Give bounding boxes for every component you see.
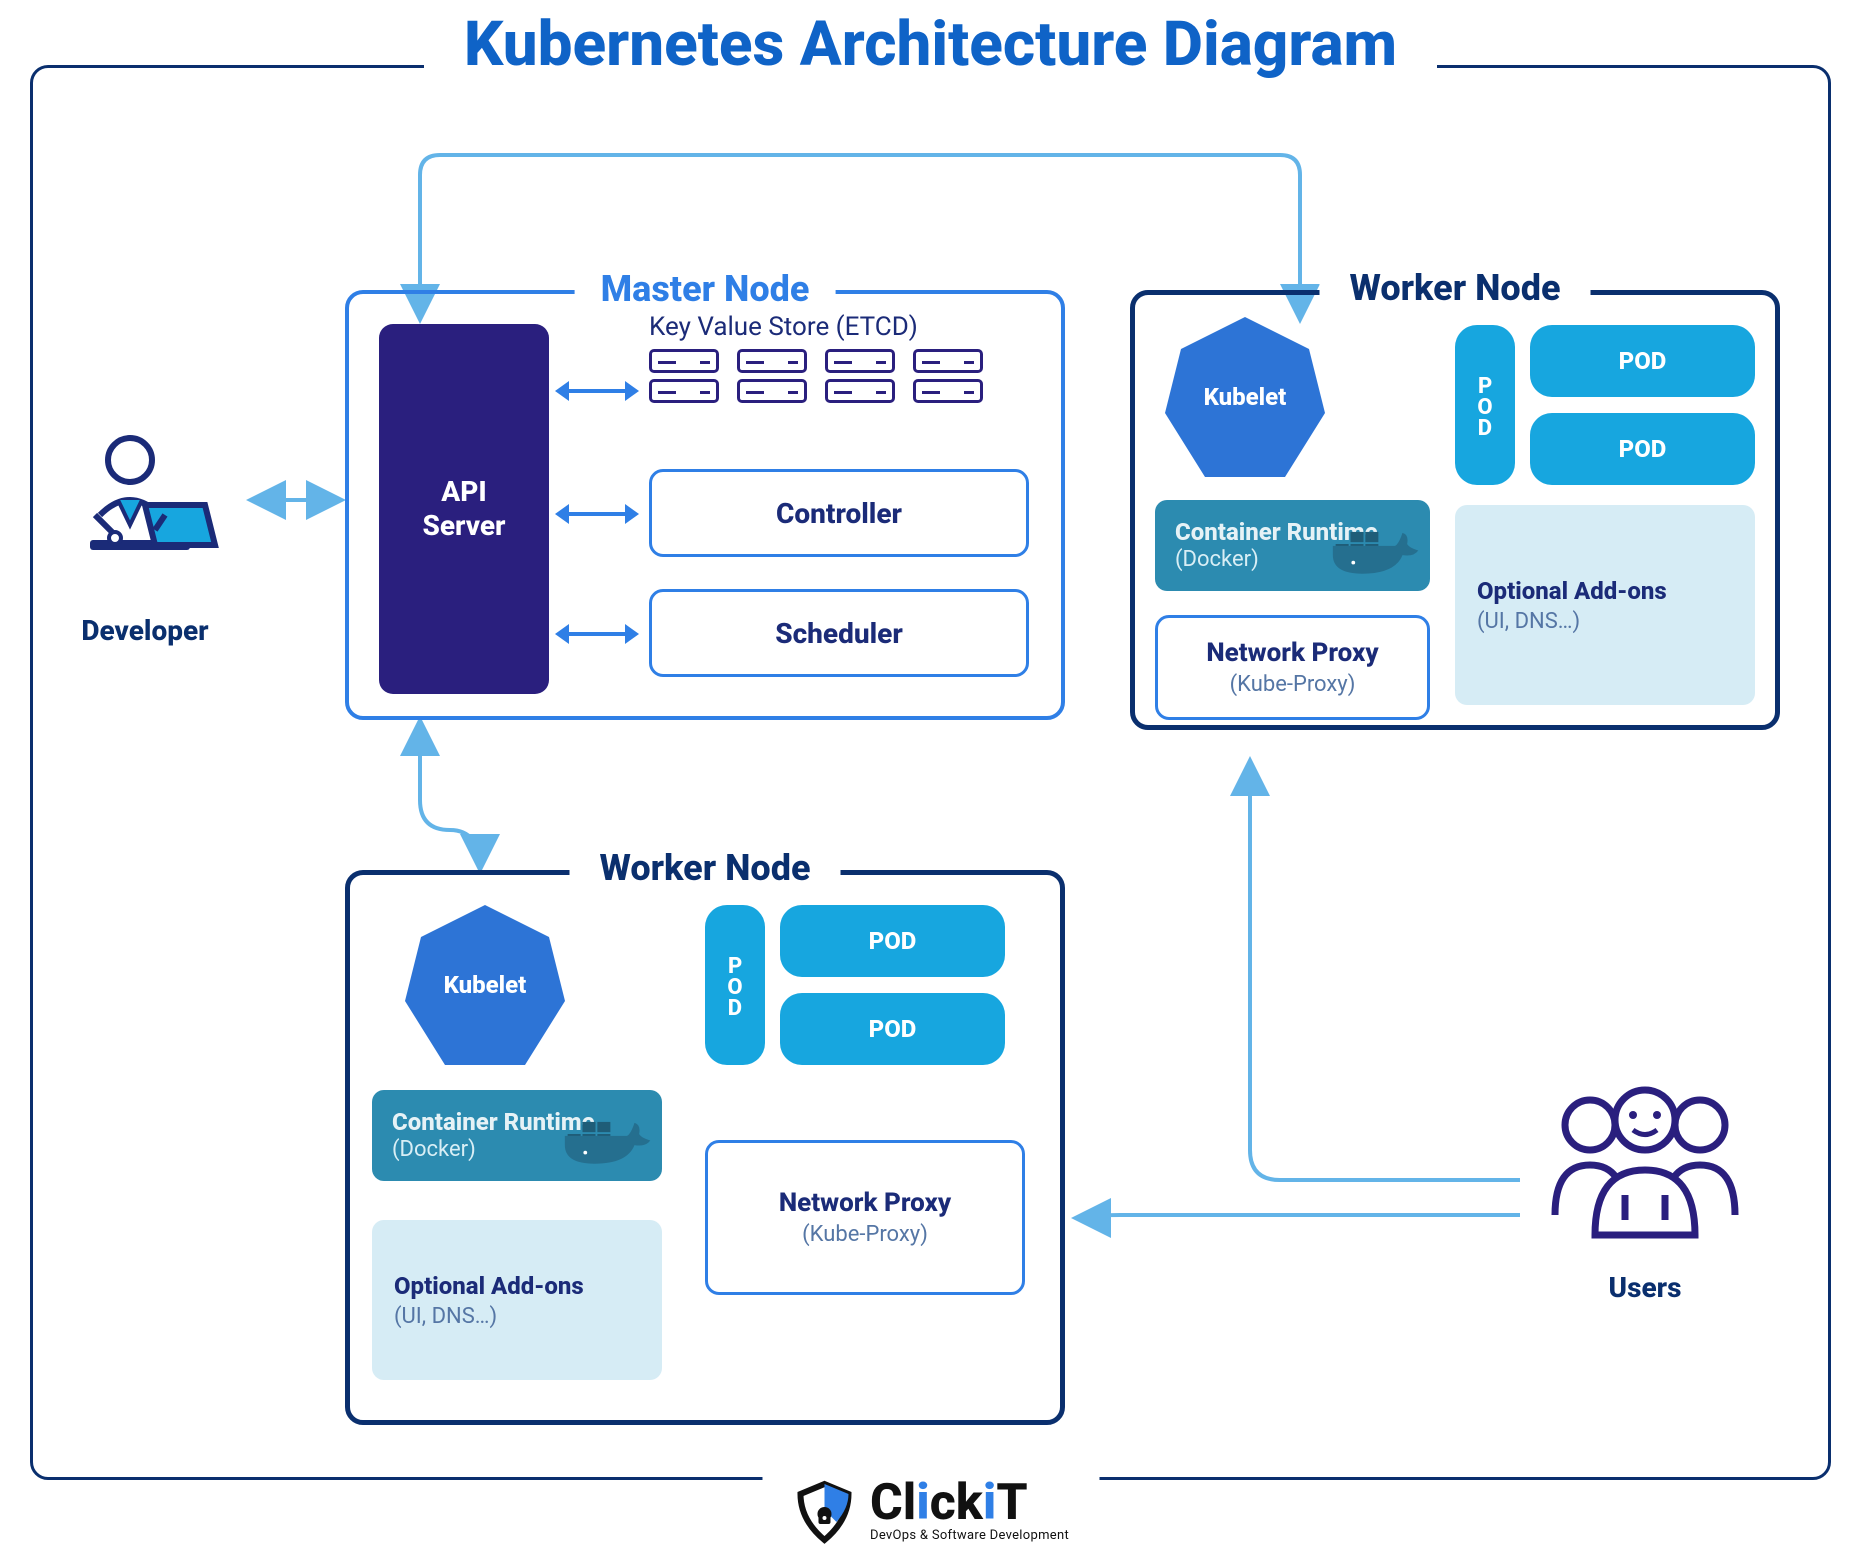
pod-box: POD bbox=[780, 905, 1005, 977]
diagram-title: Kubernetes Architecture Diagram bbox=[424, 8, 1437, 81]
shield-icon bbox=[792, 1480, 856, 1544]
addons-box: Optional Add-ons (UI, DNS…) bbox=[372, 1220, 662, 1380]
etcd-label: Key Value Store (ETCD) bbox=[649, 312, 918, 342]
docker-icon bbox=[1329, 518, 1424, 583]
addons-sub: (UI, DNS…) bbox=[394, 1304, 640, 1329]
network-proxy-label: Network Proxy bbox=[728, 1188, 1002, 1218]
master-node: Master Node API Server Key Value Store (… bbox=[345, 290, 1065, 720]
api-server-label: API Server bbox=[422, 475, 505, 542]
pod-vertical: POD bbox=[1455, 325, 1515, 485]
bidir-arrow-icon bbox=[567, 632, 627, 636]
kubelet-badge: Kubelet bbox=[405, 905, 565, 1065]
pod-box: POD bbox=[780, 993, 1005, 1065]
bidir-arrow-icon bbox=[567, 389, 627, 393]
worker-node-1-title: Worker Node bbox=[1320, 267, 1591, 309]
network-proxy-sub: (Kube-Proxy) bbox=[728, 1222, 1002, 1247]
network-proxy-sub: (Kube-Proxy) bbox=[1178, 672, 1407, 697]
addons-label: Optional Add-ons bbox=[1477, 577, 1733, 605]
users-icon bbox=[1530, 1075, 1760, 1255]
logo-text: ClickiT bbox=[870, 1481, 1069, 1526]
pod-vertical: POD bbox=[705, 905, 765, 1065]
users-actor: Users bbox=[1530, 1075, 1760, 1304]
addons-box: Optional Add-ons (UI, DNS…) bbox=[1455, 505, 1755, 705]
developer-label: Developer bbox=[60, 614, 230, 647]
master-node-title: Master Node bbox=[575, 268, 836, 310]
network-proxy-label: Network Proxy bbox=[1178, 638, 1407, 668]
worker-node-2-title: Worker Node bbox=[570, 847, 841, 889]
developer-icon bbox=[60, 430, 230, 600]
docker-icon bbox=[561, 1108, 656, 1173]
api-server-box: API Server bbox=[379, 324, 549, 694]
container-runtime-box: Container Runtime (Docker) bbox=[1155, 500, 1430, 591]
etcd-icon bbox=[649, 349, 983, 403]
bidir-arrow-icon bbox=[567, 512, 627, 516]
pod-box: POD bbox=[1530, 325, 1755, 397]
pod-box: POD bbox=[1530, 413, 1755, 485]
scheduler-box: Scheduler bbox=[649, 589, 1029, 677]
controller-box: Controller bbox=[649, 469, 1029, 557]
addons-sub: (UI, DNS…) bbox=[1477, 609, 1733, 634]
brand-logo: ClickiT DevOps & Software Development bbox=[762, 1476, 1099, 1548]
worker-node-1: Worker Node Kubelet Container Runtime (D… bbox=[1130, 290, 1780, 730]
kubelet-badge: Kubelet bbox=[1165, 317, 1325, 477]
addons-label: Optional Add-ons bbox=[394, 1272, 640, 1300]
worker-node-2: Worker Node Kubelet Container Runtime (D… bbox=[345, 870, 1065, 1425]
network-proxy-box: Network Proxy (Kube-Proxy) bbox=[705, 1140, 1025, 1295]
container-runtime-box: Container Runtime (Docker) bbox=[372, 1090, 662, 1181]
network-proxy-box: Network Proxy (Kube-Proxy) bbox=[1155, 615, 1430, 720]
users-label: Users bbox=[1530, 1271, 1760, 1304]
developer-actor: Developer bbox=[60, 430, 230, 647]
logo-tagline: DevOps & Software Development bbox=[870, 1528, 1069, 1543]
